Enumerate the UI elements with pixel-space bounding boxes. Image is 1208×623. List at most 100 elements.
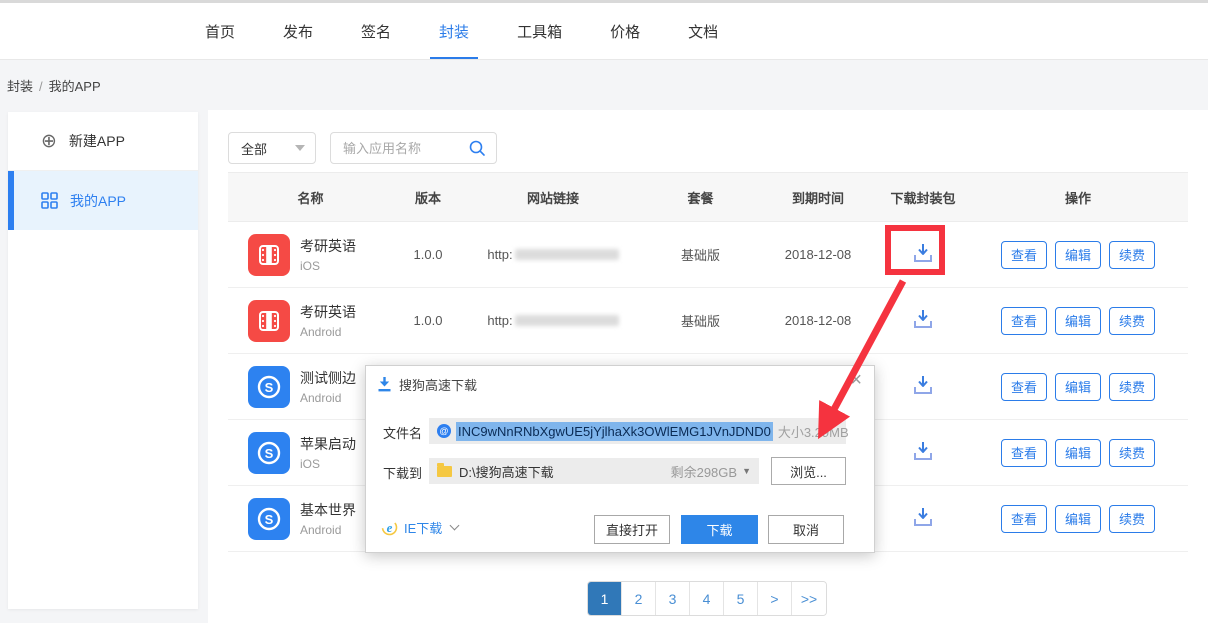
download-package-icon[interactable] [911, 308, 935, 330]
app-plan: 基础版 [643, 245, 758, 264]
download-button[interactable]: 下载 [681, 515, 758, 544]
last-page-button[interactable]: >> [792, 582, 826, 615]
filter-dropdown-value: 全部 [241, 139, 267, 158]
table-row: 考研英语 iOS 1.0.0 http: 基础版 2018-12-08 查看 编辑… [228, 222, 1188, 288]
chevron-down-icon[interactable]: ▼ [742, 466, 751, 476]
nav-item-docs[interactable]: 文档 [688, 3, 718, 59]
view-button[interactable]: 查看 [1001, 439, 1047, 467]
free-space-text: 剩余298GB [671, 462, 737, 481]
col-header-name: 名称 [228, 188, 393, 207]
edit-button[interactable]: 编辑 [1055, 307, 1101, 335]
dialog-title: 搜狗高速下载 [399, 375, 477, 394]
dialog-title-bar: 搜狗高速下载 [378, 375, 477, 394]
edit-button[interactable]: 编辑 [1055, 373, 1101, 401]
app-expiry: 2018-12-08 [758, 313, 878, 328]
edit-button[interactable]: 编辑 [1055, 241, 1101, 269]
search-icon[interactable] [468, 139, 486, 157]
nav-item-toolbox[interactable]: 工具箱 [517, 3, 562, 59]
sidebar: ⊕ 新建APP 我的APP [8, 112, 198, 609]
col-header-version: 版本 [393, 188, 463, 207]
sogou-app-icon: S [248, 498, 290, 540]
app-platform: iOS [300, 259, 356, 273]
destination-field[interactable]: D:\搜狗高速下载 剩余298GB ▼ [429, 458, 759, 484]
browse-button[interactable]: 浏览... [771, 457, 846, 485]
download-package-icon[interactable] [911, 440, 935, 462]
filename-field[interactable]: @ INC9wNnRNbXgwUE5jYjlhaXk3OWlEMG1JVnJDN… [429, 418, 846, 444]
app-url-prefix: http: [487, 313, 512, 328]
close-icon[interactable]: × [850, 370, 862, 390]
filter-dropdown[interactable]: 全部 [228, 132, 316, 164]
grid-icon [41, 192, 58, 209]
svg-text:S: S [265, 446, 274, 461]
app-expiry: 2018-12-08 [758, 247, 878, 262]
circle-plus-icon: ⊕ [41, 132, 57, 151]
app-name: 苹果启动 [300, 434, 356, 454]
ie-download-toggle[interactable]: e IE下载 [381, 518, 458, 537]
edit-button[interactable]: 编辑 [1055, 505, 1101, 533]
renew-button[interactable]: 续费 [1109, 307, 1155, 335]
app-plan: 基础版 [643, 311, 758, 330]
view-button[interactable]: 查看 [1001, 505, 1047, 533]
svg-text:S: S [265, 380, 274, 395]
app-platform: iOS [300, 457, 356, 471]
download-package-icon[interactable] [911, 374, 935, 396]
page-button-5[interactable]: 5 [724, 582, 758, 615]
renew-button[interactable]: 续费 [1109, 373, 1155, 401]
sogou-download-dialog: 搜狗高速下载 × 文件名 @ INC9wNnRNbXgwUE5jYjlhaXk3… [365, 365, 875, 553]
sidebar-item-label: 新建APP [69, 131, 125, 151]
app-platform: Android [300, 391, 356, 405]
sidebar-item-new-app[interactable]: ⊕ 新建APP [8, 112, 198, 171]
renew-button[interactable]: 续费 [1109, 241, 1155, 269]
app-name: 考研英语 [300, 236, 356, 256]
film-app-icon [248, 300, 290, 342]
app-version: 1.0.0 [393, 247, 463, 262]
renew-button[interactable]: 续费 [1109, 505, 1155, 533]
blurred-url [515, 249, 619, 260]
breadcrumb-section[interactable]: 封装 [7, 79, 33, 94]
filesize-text: 大小3.29MB [778, 422, 849, 441]
page-button-1[interactable]: 1 [588, 582, 622, 615]
nav-item-home[interactable]: 首页 [205, 3, 235, 59]
sogou-app-icon: S [248, 432, 290, 474]
nav-item-publish[interactable]: 发布 [283, 3, 313, 59]
table-row: 考研英语Android 1.0.0 http: 基础版 2018-12-08 查… [228, 288, 1188, 354]
file-type-icon: @ [437, 424, 451, 438]
page-button-3[interactable]: 3 [656, 582, 690, 615]
next-page-button[interactable]: > [758, 582, 792, 615]
blurred-url [515, 315, 619, 326]
nav-item-signature[interactable]: 签名 [361, 3, 391, 59]
edit-button[interactable]: 编辑 [1055, 439, 1101, 467]
col-header-url: 网站链接 [463, 188, 643, 207]
nav-item-package[interactable]: 封装 [439, 3, 469, 59]
sidebar-item-label: 我的APP [70, 191, 126, 211]
destination-path: D:\搜狗高速下载 [459, 462, 554, 481]
view-button[interactable]: 查看 [1001, 373, 1047, 401]
download-icon [378, 377, 391, 392]
page-button-4[interactable]: 4 [690, 582, 724, 615]
page-button-2[interactable]: 2 [622, 582, 656, 615]
sidebar-item-my-app[interactable]: 我的APP [8, 171, 198, 230]
search-input[interactable] [343, 141, 468, 156]
app-name: 考研英语 [300, 302, 356, 322]
destination-label: 下载到 [383, 463, 422, 482]
breadcrumb-separator: / [39, 79, 43, 94]
chevron-down-icon [295, 145, 305, 151]
app-platform: Android [300, 523, 356, 537]
breadcrumb: 封装/我的APP [7, 76, 101, 95]
search-box [330, 132, 497, 164]
col-header-download: 下载封装包 [878, 188, 968, 207]
nav-item-price[interactable]: 价格 [610, 3, 640, 59]
view-button[interactable]: 查看 [1001, 241, 1047, 269]
cancel-button[interactable]: 取消 [768, 515, 844, 544]
filter-bar: 全部 [228, 132, 497, 164]
sogou-app-icon: S [248, 366, 290, 408]
col-header-actions: 操作 [968, 188, 1188, 207]
open-directly-button[interactable]: 直接打开 [594, 515, 670, 544]
download-package-icon[interactable] [911, 506, 935, 528]
ie-download-label: IE下载 [404, 518, 442, 537]
renew-button[interactable]: 续费 [1109, 439, 1155, 467]
view-button[interactable]: 查看 [1001, 307, 1047, 335]
filename-value[interactable]: INC9wNnRNbXgwUE5jYjlhaXk3OWlEMG1JVnJDND0 [456, 422, 773, 441]
ie-icon: e [381, 519, 398, 536]
app-url-prefix: http: [487, 247, 512, 262]
